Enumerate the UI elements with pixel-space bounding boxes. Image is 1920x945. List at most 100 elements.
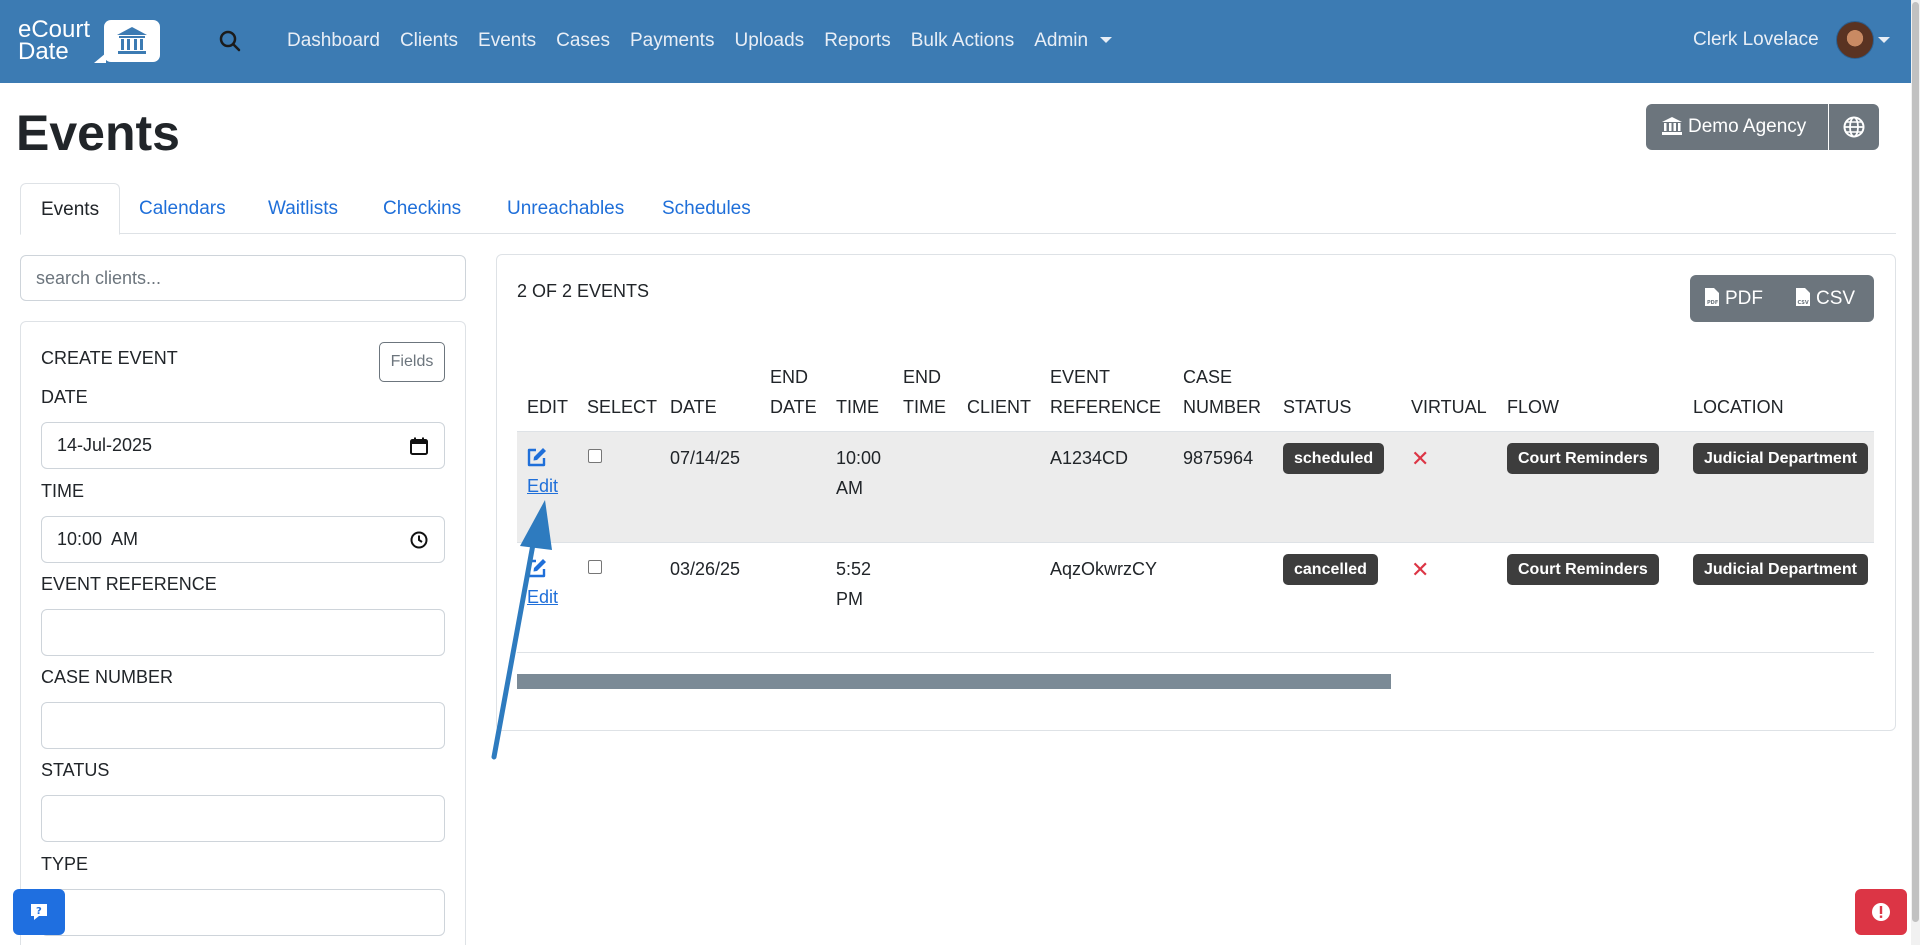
globe-icon xyxy=(1843,116,1865,138)
location-badge: Judicial Department xyxy=(1693,443,1868,474)
column-header-client: CLIENT xyxy=(967,397,1032,417)
nav-events[interactable]: Events xyxy=(478,29,536,53)
scrollbar-thumb[interactable] xyxy=(1912,2,1919,922)
status-label: STATUS xyxy=(41,760,110,780)
column-header-time: TIME xyxy=(836,397,879,417)
row-select-checkbox[interactable] xyxy=(588,449,602,463)
help-chat-button[interactable]: ? xyxy=(13,889,65,935)
tab-events[interactable]: Events xyxy=(20,183,121,235)
location-badge: Judicial Department xyxy=(1693,554,1868,585)
edit-icon[interactable] xyxy=(526,557,548,579)
pdf-file-icon: PDF xyxy=(1705,288,1719,306)
building-icon xyxy=(1662,117,1682,135)
status-field[interactable] xyxy=(41,795,445,842)
time-label: TIME xyxy=(41,481,84,501)
brand-line-2: Date xyxy=(18,38,69,65)
pdf-button[interactable]: PDF PDF xyxy=(1704,275,1763,322)
column-header-select: SELECT xyxy=(587,397,658,417)
column-header-date: DATE xyxy=(670,397,717,417)
virtual-no-icon: ✕ xyxy=(1411,446,1430,471)
vertical-scrollbar[interactable] xyxy=(1911,0,1920,945)
date-value: 14-Jul-2025 xyxy=(57,435,153,455)
pdf-label: PDF xyxy=(1725,288,1763,309)
courthouse-icon[interactable] xyxy=(94,20,160,63)
date-label: DATE xyxy=(41,387,88,407)
event-time-line2: PM xyxy=(836,589,863,609)
nav-cases[interactable]: Cases xyxy=(556,29,610,53)
case-number: 9875964 xyxy=(1183,448,1254,468)
type-field[interactable] xyxy=(41,889,445,936)
nav-reports[interactable]: Reports xyxy=(824,29,891,53)
event-date: 07/14/25 xyxy=(670,448,741,468)
column-header-location: LOCATION xyxy=(1693,397,1784,417)
location-cell: Judicial Department xyxy=(1691,554,1874,594)
brand-logo-text[interactable]: eCourt Date xyxy=(18,18,90,65)
event-time-line1: 5:52 xyxy=(836,559,872,579)
calendar-icon[interactable] xyxy=(410,437,428,455)
user-name[interactable]: Clerk Lovelace xyxy=(1693,29,1819,51)
status-badge: scheduled xyxy=(1283,443,1385,474)
edit-link[interactable]: Edit xyxy=(527,476,558,497)
avatar[interactable] xyxy=(1836,21,1874,59)
tab-waitlists[interactable]: Waitlists xyxy=(248,183,358,234)
tab-schedules[interactable]: Schedules xyxy=(642,183,771,234)
nav-bulk-actions[interactable]: Bulk Actions xyxy=(911,29,1015,53)
column-header-event-reference-line1: EVENT xyxy=(1050,367,1111,387)
event-reference-field[interactable] xyxy=(41,609,445,656)
row-select-checkbox[interactable] xyxy=(588,560,602,574)
event-date: 03/26/25 xyxy=(670,559,741,579)
tab-calendars[interactable]: Calendars xyxy=(119,183,246,234)
column-header-case-number-line2: NUMBER xyxy=(1183,397,1262,417)
nav-admin-dropdown[interactable]: Admin xyxy=(1034,29,1113,53)
search-icon[interactable] xyxy=(218,29,242,53)
alert-button[interactable] xyxy=(1855,889,1907,935)
nav-clients[interactable]: Clients xyxy=(400,29,458,53)
nav-uploads[interactable]: Uploads xyxy=(734,29,804,53)
edit-icon[interactable] xyxy=(526,446,548,468)
chevron-down-icon[interactable] xyxy=(1878,37,1890,43)
column-header-status: STATUS xyxy=(1283,397,1352,417)
csv-file-icon: CSV xyxy=(1796,288,1810,306)
clock-icon[interactable] xyxy=(410,531,428,549)
tab-checkins[interactable]: Checkins xyxy=(363,183,481,234)
event-reference: A1234CD xyxy=(1050,448,1129,468)
tab-unreachables[interactable]: Unreachables xyxy=(487,183,644,234)
flow-badge: Court Reminders xyxy=(1507,554,1659,585)
fields-button[interactable]: Fields xyxy=(379,342,445,382)
agency-button[interactable]: Demo Agency xyxy=(1646,104,1828,150)
virtual-no-icon: ✕ xyxy=(1411,557,1430,582)
column-header-virtual: VIRTUAL xyxy=(1411,397,1487,417)
csv-label: CSV xyxy=(1816,288,1856,309)
type-label: TYPE xyxy=(41,854,89,874)
globe-button[interactable] xyxy=(1829,104,1879,150)
column-header-end-date-line1: END xyxy=(770,367,809,387)
date-field[interactable]: 14-Jul-2025 xyxy=(41,422,445,469)
column-header-case-number-line1: CASE xyxy=(1183,367,1233,387)
column-header-end-time-line1: END xyxy=(903,367,942,387)
create-event-title: CREATE EVENT xyxy=(41,348,178,368)
horizontal-scrollbar[interactable] xyxy=(517,674,1391,689)
time-field[interactable]: 10:00 AM xyxy=(41,516,445,563)
exclamation-circle-icon xyxy=(1872,903,1890,921)
export-button-group: PDF PDF CSV CSV xyxy=(1690,275,1874,322)
svg-text:CSV: CSV xyxy=(1798,300,1809,306)
search-clients-input[interactable] xyxy=(20,255,466,301)
column-header-event-reference-line2: REFERENCE xyxy=(1050,397,1162,417)
nav-admin-label: Admin xyxy=(1034,30,1089,51)
column-header-flow: FLOW xyxy=(1507,397,1559,417)
case-number-field[interactable] xyxy=(41,702,445,749)
chevron-down-icon xyxy=(1100,37,1113,43)
svg-text:?: ? xyxy=(36,906,42,917)
csv-button[interactable]: CSV CSV xyxy=(1795,275,1855,322)
location-cell: Judicial Department xyxy=(1691,443,1874,483)
edit-link[interactable]: Edit xyxy=(527,587,558,608)
event-time-line1: 10:00 xyxy=(836,448,882,468)
case-number-label: CASE NUMBER xyxy=(41,667,174,687)
top-navbar: eCourt Date Dashboard Clients Events Cas… xyxy=(0,0,1920,83)
events-count: 2 OF 2 EVENTS xyxy=(517,281,650,301)
event-time-line2: AM xyxy=(836,478,863,498)
column-header-edit: EDIT xyxy=(527,397,569,417)
nav-payments[interactable]: Payments xyxy=(630,29,714,53)
nav-dashboard[interactable]: Dashboard xyxy=(287,29,380,53)
page-title: Events xyxy=(16,105,180,161)
